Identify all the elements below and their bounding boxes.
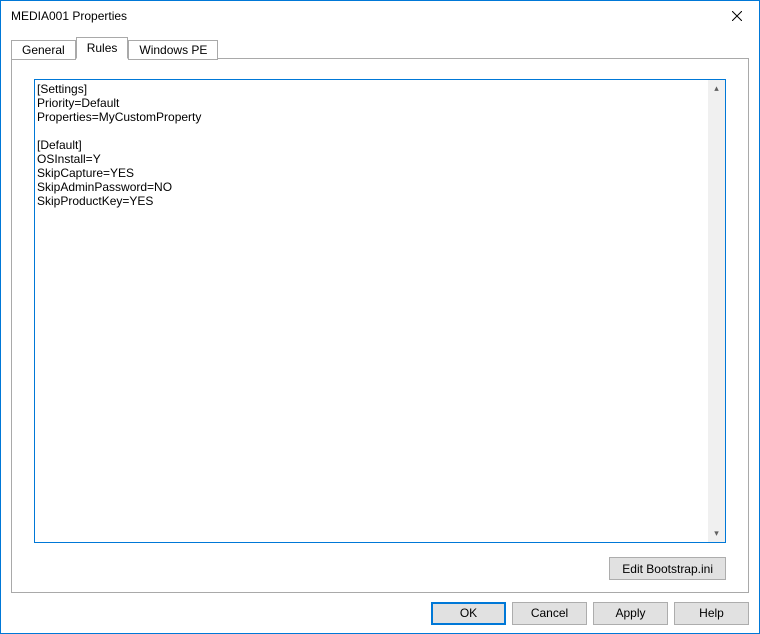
properties-dialog: MEDIA001 Properties General Rules Window…: [0, 0, 760, 634]
tabs-row: General Rules Windows PE: [11, 37, 749, 59]
rules-textarea-container: ▴ ▾: [34, 79, 726, 543]
scroll-up-icon[interactable]: ▴: [708, 80, 725, 97]
panel-button-row: Edit Bootstrap.ini: [34, 543, 726, 580]
scrollbar[interactable]: ▴ ▾: [708, 80, 725, 542]
window-title: MEDIA001 Properties: [11, 9, 127, 23]
cancel-button[interactable]: Cancel: [512, 602, 587, 625]
ok-button[interactable]: OK: [431, 602, 506, 625]
apply-button[interactable]: Apply: [593, 602, 668, 625]
edit-bootstrap-button[interactable]: Edit Bootstrap.ini: [609, 557, 726, 580]
help-button[interactable]: Help: [674, 602, 749, 625]
close-icon: [732, 11, 742, 21]
titlebar: MEDIA001 Properties: [1, 1, 759, 31]
scroll-down-icon[interactable]: ▾: [708, 525, 725, 542]
tab-rules[interactable]: Rules: [76, 37, 129, 59]
close-button[interactable]: [714, 1, 759, 31]
dialog-button-row: OK Cancel Apply Help: [1, 593, 759, 633]
tab-panel-rules: ▴ ▾ Edit Bootstrap.ini: [11, 58, 749, 593]
rules-textarea[interactable]: [35, 80, 708, 542]
content-area: General Rules Windows PE ▴ ▾ Edit Bootst…: [1, 31, 759, 593]
tab-general[interactable]: General: [11, 40, 76, 60]
tab-windows-pe[interactable]: Windows PE: [128, 40, 218, 60]
